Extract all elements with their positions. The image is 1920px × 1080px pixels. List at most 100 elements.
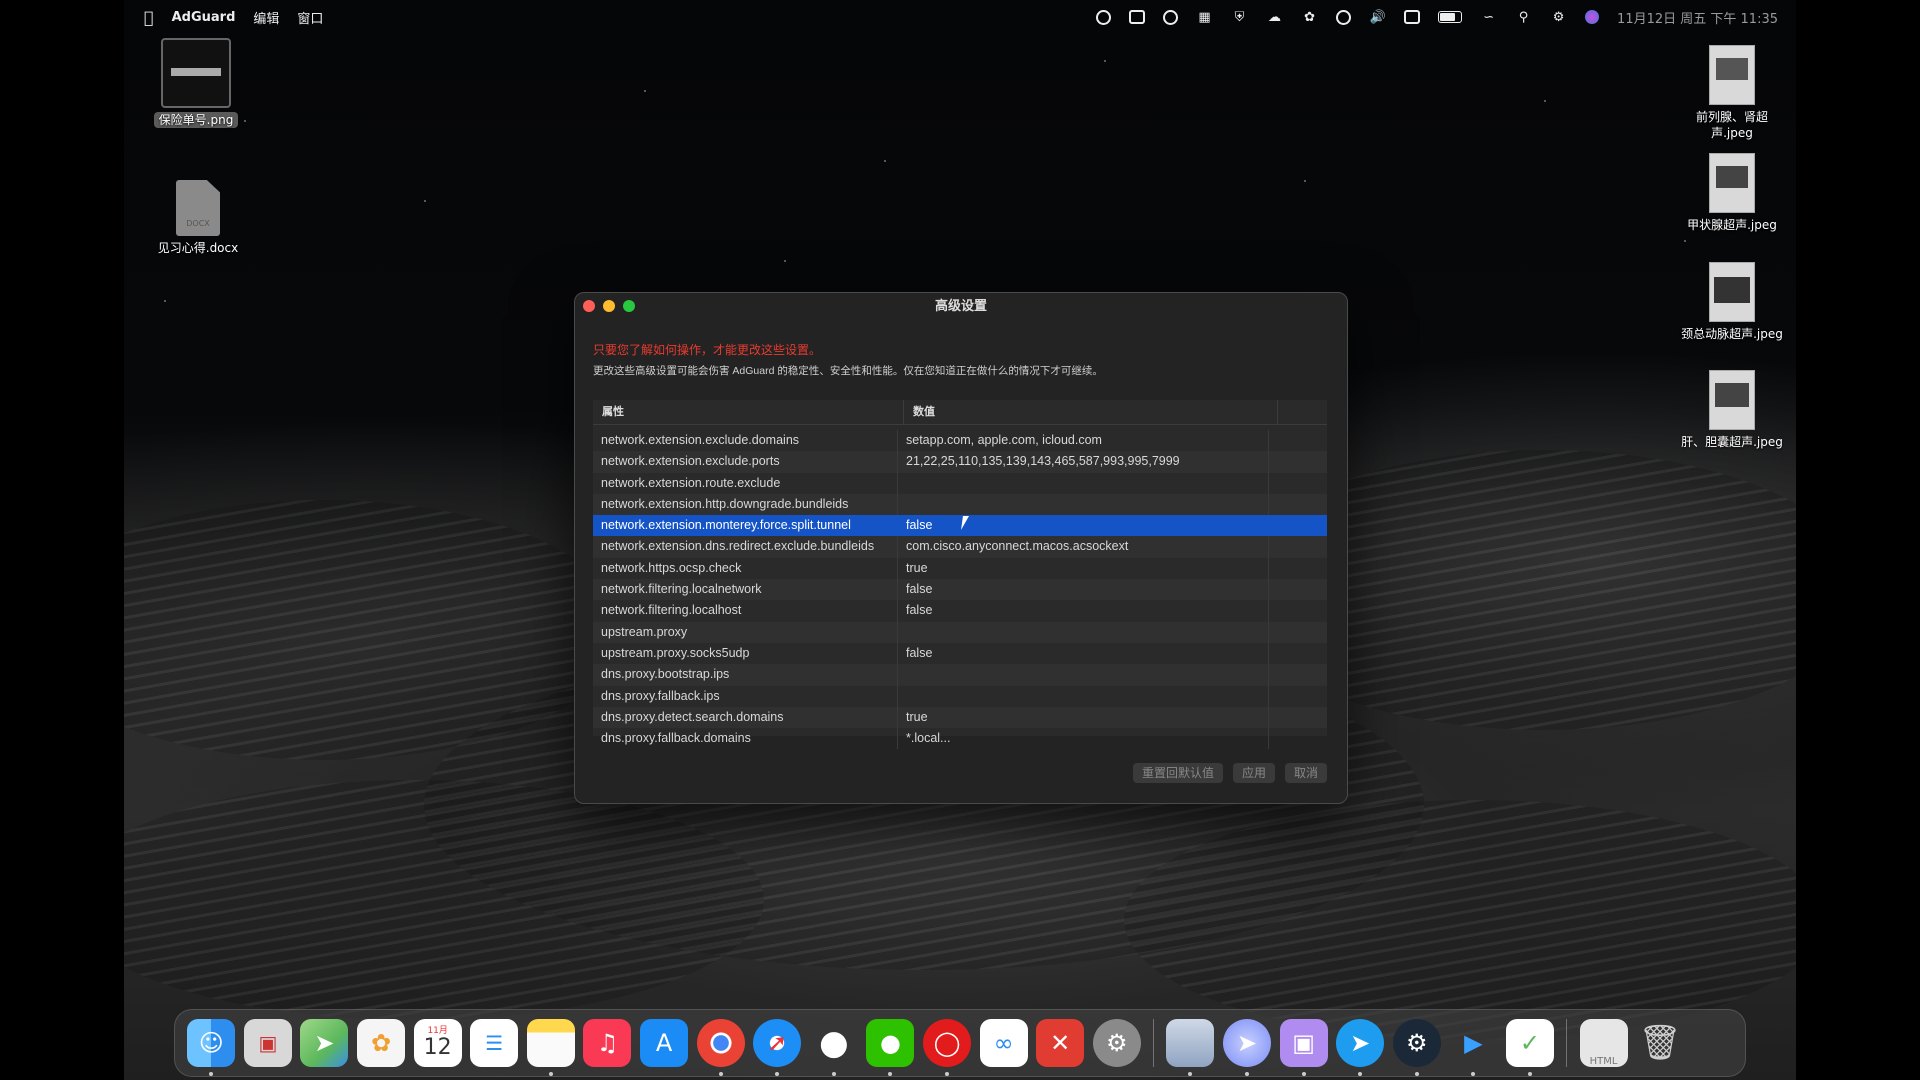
table-row[interactable]: dns.proxy.bootstrap.ips xyxy=(593,664,1327,686)
launchpad-icon[interactable]: ▣ xyxy=(243,1019,292,1067)
minimize-window-button[interactable] xyxy=(603,300,615,312)
table-row[interactable]: network.extension.exclude.ports 21,22,25,… xyxy=(593,451,1327,473)
property-key: network.filtering.localnetwork xyxy=(601,582,762,597)
control-center-icon[interactable]: ⚙ xyxy=(1550,10,1567,25)
table-row[interactable]: dns.proxy.fallback.domains *.local... xyxy=(593,728,1327,750)
column-header-value[interactable]: 数值 xyxy=(904,400,1279,424)
paw-app-icon[interactable]: ➤ xyxy=(1222,1019,1271,1076)
adguard-icon[interactable]: ✓ xyxy=(1505,1019,1554,1076)
desktop-file-insurance-png[interactable]: 保险单号.png xyxy=(141,38,251,128)
property-key: dns.proxy.bootstrap.ips xyxy=(601,667,730,682)
pinwheel-icon[interactable]: ✿ xyxy=(1301,10,1318,25)
table-row[interactable]: dns.proxy.fallback.ips xyxy=(593,685,1327,707)
property-value[interactable]: *.local... xyxy=(897,728,1269,750)
property-value[interactable]: false xyxy=(897,642,1269,665)
infuse-icon[interactable]: ▶ xyxy=(1449,1019,1497,1076)
maps-icon[interactable]: ➤ xyxy=(300,1019,349,1067)
downloads-folder-icon[interactable]: HTML xyxy=(1579,1019,1628,1067)
property-value[interactable]: setapp.com, apple.com, icloud.com xyxy=(897,430,1269,452)
dock-separator xyxy=(1566,1019,1568,1067)
table-row[interactable]: network.filtering.localhost false xyxy=(593,600,1327,622)
netease-music-icon[interactable]: ◯ xyxy=(923,1019,972,1076)
menu-app-name[interactable]: AdGuard xyxy=(172,10,236,25)
calendar-icon[interactable]: 11月 12 xyxy=(413,1019,462,1067)
preview-icon[interactable] xyxy=(1166,1019,1215,1076)
property-value[interactable] xyxy=(897,685,1269,707)
spotlight-search-icon[interactable]: ⚲ xyxy=(1515,10,1532,25)
notes-icon[interactable] xyxy=(526,1019,575,1076)
table-row[interactable]: network.extension.http.downgrade.bundlei… xyxy=(593,493,1327,516)
file-label: 甲状腺超声.jpeg xyxy=(1687,218,1777,232)
safari-icon[interactable]: ➚ xyxy=(753,1019,802,1076)
property-value[interactable]: true xyxy=(897,557,1269,580)
property-value[interactable] xyxy=(897,493,1269,516)
apple-menu-icon[interactable]:  xyxy=(144,8,154,27)
table-row[interactable]: network.extension.route.exclude xyxy=(593,472,1327,494)
property-value[interactable]: true xyxy=(897,706,1269,729)
ai-app-icon[interactable]: ➤ xyxy=(1336,1019,1385,1076)
timer-icon[interactable] xyxy=(1163,9,1179,25)
adguard-menu-icon[interactable]: ⛨ xyxy=(1231,10,1248,25)
desktop-file-docx[interactable]: DOCX 见习心得.docx xyxy=(143,180,253,256)
xmind-icon[interactable]: ✕ xyxy=(1036,1019,1085,1067)
property-value[interactable]: 21,22,25,110,135,139,143,465,587,993,995… xyxy=(897,451,1269,473)
reset-defaults-button[interactable]: 重置回默认值 xyxy=(1132,763,1223,783)
property-value[interactable]: false xyxy=(897,579,1269,601)
steam-icon[interactable]: ⚙ xyxy=(1392,1019,1441,1076)
property-key: network.filtering.localhost xyxy=(601,603,742,618)
baidu-netdisk-icon[interactable]: ∞ xyxy=(979,1019,1028,1067)
property-key: upstream.proxy.socks5udp xyxy=(601,645,750,660)
property-key: dns.proxy.fallback.ips xyxy=(601,688,720,703)
music-icon[interactable]: ♫ xyxy=(583,1019,632,1067)
app-store-icon[interactable]: A xyxy=(640,1019,689,1067)
property-key: upstream.proxy xyxy=(601,624,688,639)
photos-icon[interactable]: ✿ xyxy=(357,1019,406,1067)
table-row-selected[interactable]: network.extension.monterey.force.split.t… xyxy=(593,515,1327,537)
menu-edit[interactable]: 编辑 xyxy=(253,8,279,27)
simulator-icon[interactable]: ▣ xyxy=(1279,1019,1328,1076)
play-icon[interactable] xyxy=(1336,9,1352,25)
close-window-button[interactable] xyxy=(583,300,595,312)
property-value[interactable]: false xyxy=(897,600,1269,622)
table-row[interactable]: network.https.ocsp.check true xyxy=(593,557,1327,580)
qq-icon[interactable]: ● xyxy=(810,1019,858,1076)
table-row[interactable]: network.extension.dns.redirect.exclude.b… xyxy=(593,536,1327,558)
siri-icon[interactable] xyxy=(1585,10,1600,24)
volume-icon[interactable]: 🔊 xyxy=(1369,10,1386,25)
trash-icon[interactable]: 🗑 xyxy=(1636,1019,1684,1067)
table-row[interactable]: network.filtering.localnetwork false xyxy=(593,579,1327,601)
desktop-file-thyroid-jpeg[interactable]: 甲状腺超声.jpeg xyxy=(1677,153,1787,233)
table-row[interactable]: dns.proxy.detect.search.domains true xyxy=(593,706,1327,729)
property-value[interactable]: false xyxy=(897,515,1269,537)
cancel-button[interactable]: 取消 xyxy=(1284,763,1327,783)
input-method-icon[interactable] xyxy=(1404,10,1421,24)
column-header-property[interactable]: 属性 xyxy=(593,400,905,424)
desktop-file-prostate-jpeg[interactable]: 前列腺、肾超声.jpeg xyxy=(1677,45,1787,141)
table-row[interactable]: network.extension.exclude.domains setapp.… xyxy=(593,430,1327,452)
system-preferences-icon[interactable]: ⚙ xyxy=(1092,1019,1141,1067)
menu-clock[interactable]: 11月12日 周五 下午 11:35 xyxy=(1617,8,1778,27)
apply-button[interactable]: 应用 xyxy=(1232,763,1275,783)
property-value[interactable] xyxy=(897,621,1269,643)
clipboard-icon[interactable] xyxy=(1129,10,1146,24)
desktop-file-carotid-jpeg[interactable]: 颈总动脉超声.jpeg xyxy=(1677,262,1787,342)
settings-table[interactable]: 属性 数值 network.extension.exclude.domains s… xyxy=(593,400,1327,750)
desktop-file-liver-jpeg[interactable]: 肝、胆囊超声.jpeg xyxy=(1677,370,1787,450)
chrome-icon[interactable] xyxy=(696,1019,745,1076)
reminders-icon[interactable]: ☰ xyxy=(470,1019,519,1067)
cloud-icon[interactable]: ☁ xyxy=(1266,10,1283,25)
battery-icon[interactable] xyxy=(1438,11,1463,23)
wifi-icon[interactable]: ∽ xyxy=(1480,10,1497,25)
menu-window[interactable]: 窗口 xyxy=(297,8,323,27)
table-row[interactable]: upstream.proxy xyxy=(593,621,1327,643)
property-value[interactable] xyxy=(897,664,1269,686)
zoom-window-button[interactable] xyxy=(623,300,635,312)
dialog-titlebar[interactable]: 高级设置 xyxy=(575,293,1347,319)
finder-icon[interactable]: ☺ xyxy=(187,1019,236,1076)
screen-record-icon[interactable] xyxy=(1096,9,1112,25)
property-value[interactable] xyxy=(897,472,1269,494)
table-row[interactable]: upstream.proxy.socks5udp false xyxy=(593,642,1327,665)
property-value[interactable]: com.cisco.anyconnect.macos.acsockext xyxy=(897,536,1269,558)
window-manager-icon[interactable]: ▦ xyxy=(1196,10,1213,25)
wechat-icon[interactable]: ● xyxy=(866,1019,915,1076)
